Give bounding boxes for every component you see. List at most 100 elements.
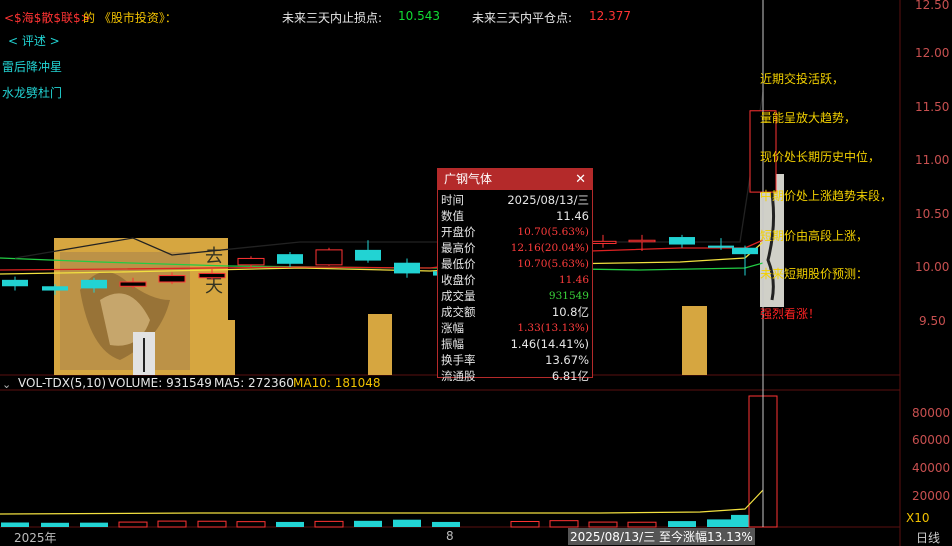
volume-bar[interactable] <box>41 522 69 527</box>
signal-label-1: 雷后降冲星 <box>2 60 63 74</box>
signal-label-2: 水龙劈杜门 <box>2 86 63 100</box>
volume-bar[interactable] <box>668 521 696 527</box>
candle-body[interactable] <box>669 237 695 245</box>
volume-ma-line <box>0 489 764 515</box>
quote-value: 6.81亿 <box>551 369 589 383</box>
quote-row: 成交量 931549 <box>441 288 589 304</box>
decorative-painting: 去 天 <box>54 238 228 375</box>
header-subtitle: 的 《股市投资》： <box>83 11 177 25</box>
quote-value: 13.67% <box>545 353 589 367</box>
volume-tick: 20000 <box>912 489 951 503</box>
volume-bar[interactable] <box>236 521 266 528</box>
candle-body[interactable] <box>355 249 381 261</box>
quote-row: 最低价 10.70(5.63%) <box>441 256 589 272</box>
quote-key: 涨幅 <box>441 321 464 335</box>
quote-value: 11.46 <box>558 274 589 286</box>
close-icon[interactable]: ✕ <box>575 169 586 190</box>
volume-bar[interactable] <box>276 521 304 527</box>
price-tick: 11.00 <box>915 153 950 167</box>
volume-bar[interactable] <box>549 520 579 528</box>
candle-body[interactable] <box>732 247 758 255</box>
quote-key: 时间 <box>441 193 464 207</box>
price-tick: 11.50 <box>915 100 950 114</box>
svg-text:去: 去 <box>205 246 223 267</box>
price-tick: 10.50 <box>915 207 950 221</box>
volume-bar[interactable] <box>510 521 540 528</box>
ma10-value: MA10: 181048 <box>293 376 381 390</box>
quote-row: 成交额 10.8亿 <box>441 304 589 320</box>
price-tick: 12.00 <box>915 46 950 60</box>
quote-key: 成交额 <box>441 305 476 319</box>
candle-body[interactable] <box>628 239 656 243</box>
volume-bar[interactable] <box>157 520 187 528</box>
candle-body[interactable] <box>158 275 186 283</box>
popup-title: 广钢气体 <box>444 172 493 186</box>
volume-bar[interactable] <box>707 519 735 527</box>
volume-bar[interactable] <box>588 521 618 528</box>
volume-bar[interactable] <box>118 521 148 528</box>
quote-value: 10.8亿 <box>551 305 589 319</box>
candle-body[interactable] <box>708 245 734 248</box>
stock-chart-window: 去 天 <$海$散$联$> 的 《股市投资》： 未来三天内止损点: 10.543… <box>0 0 952 546</box>
chevron-down-icon[interactable]: ⌄ <box>2 378 11 391</box>
quote-row: 数值 11.46 <box>441 208 589 224</box>
quote-row: 最高价 12.16(20.04%) <box>441 240 589 256</box>
flat-point-value: 12.377 <box>589 9 631 23</box>
candle-body[interactable] <box>315 249 343 266</box>
candle-body[interactable] <box>589 240 617 244</box>
ma5-value: MA5: 272360 <box>214 376 294 390</box>
comment-line: 量能呈放大趋势， <box>760 111 857 125</box>
popup-title-bar[interactable]: 广钢气体 ✕ <box>438 169 592 190</box>
volume-bar[interactable] <box>627 521 657 528</box>
candle-body[interactable] <box>394 262 420 274</box>
candle-body[interactable] <box>277 254 303 264</box>
volume-value: VOLUME: 931549 <box>108 376 212 390</box>
quote-row: 换手率 13.67% <box>441 352 589 368</box>
month-label: 8 <box>446 529 454 543</box>
comment-line: 未来短期股价预测： <box>760 267 869 281</box>
price-tick: 9.50 <box>919 314 946 328</box>
year-label: 2025年 <box>14 531 57 545</box>
quote-row: 涨幅 1.33(13.13%) <box>441 320 589 336</box>
volume-tick: 40000 <box>912 461 951 475</box>
volume-indicator-name[interactable]: VOL-TDX(5,10) <box>18 376 106 390</box>
quote-key: 最高价 <box>441 241 476 255</box>
quote-row: 开盘价 10.70(5.63%) <box>441 224 589 240</box>
quote-value: 11.46 <box>556 209 589 223</box>
period-label[interactable]: 日线 <box>916 529 940 546</box>
volume-bar[interactable] <box>1 522 29 528</box>
candle-body[interactable] <box>81 279 107 289</box>
quote-row: 收盘价 11.46 <box>441 272 589 288</box>
quote-info-popup[interactable]: 广钢气体 ✕ 时间 2025/08/13/三 数值 11.46 开盘价 10.70(5.6… <box>437 168 593 383</box>
volume-tick: 80000 <box>912 406 951 420</box>
volume-bar[interactable] <box>197 520 227 528</box>
svg-text:天: 天 <box>205 276 223 297</box>
review-link[interactable]: < 评述 > <box>8 32 60 49</box>
quote-key: 最低价 <box>441 257 476 271</box>
candle-body[interactable] <box>2 279 28 287</box>
comment-line: 现价处长期历史中位， <box>760 150 881 164</box>
comment-line: 中期价处上涨趋势末段， <box>760 189 893 203</box>
price-tick: 10.00 <box>915 260 950 274</box>
quote-key: 振幅 <box>441 337 464 351</box>
volume-tick: 60000 <box>912 433 951 447</box>
candle-body[interactable] <box>237 257 265 266</box>
volume-unit: X10 <box>906 511 930 525</box>
volume-bar[interactable] <box>314 520 344 528</box>
quote-key: 收盘价 <box>441 273 476 287</box>
volume-bar[interactable] <box>393 519 421 527</box>
price-tick: 12.50 <box>915 0 950 12</box>
quote-value: 10.70(5.63%) <box>517 226 589 238</box>
quote-row: 时间 2025/08/13/三 <box>441 192 589 208</box>
candle-body[interactable] <box>42 286 68 291</box>
volume-bar[interactable] <box>354 520 382 527</box>
comment-line: 近期交投活跃， <box>760 72 845 86</box>
volume-bar[interactable] <box>80 522 108 527</box>
volume-bar[interactable] <box>432 521 460 527</box>
quote-value: 10.70(5.63%) <box>517 258 589 270</box>
quote-table: 时间 2025/08/13/三 数值 11.46 开盘价 10.70(5.63%) 最高价 1… <box>441 192 589 384</box>
candle-body[interactable] <box>119 281 147 287</box>
candle-body[interactable] <box>198 272 226 279</box>
quote-row: 振幅 1.46(14.41%) <box>441 336 589 352</box>
comment-line: 强烈看涨！ <box>760 307 821 321</box>
